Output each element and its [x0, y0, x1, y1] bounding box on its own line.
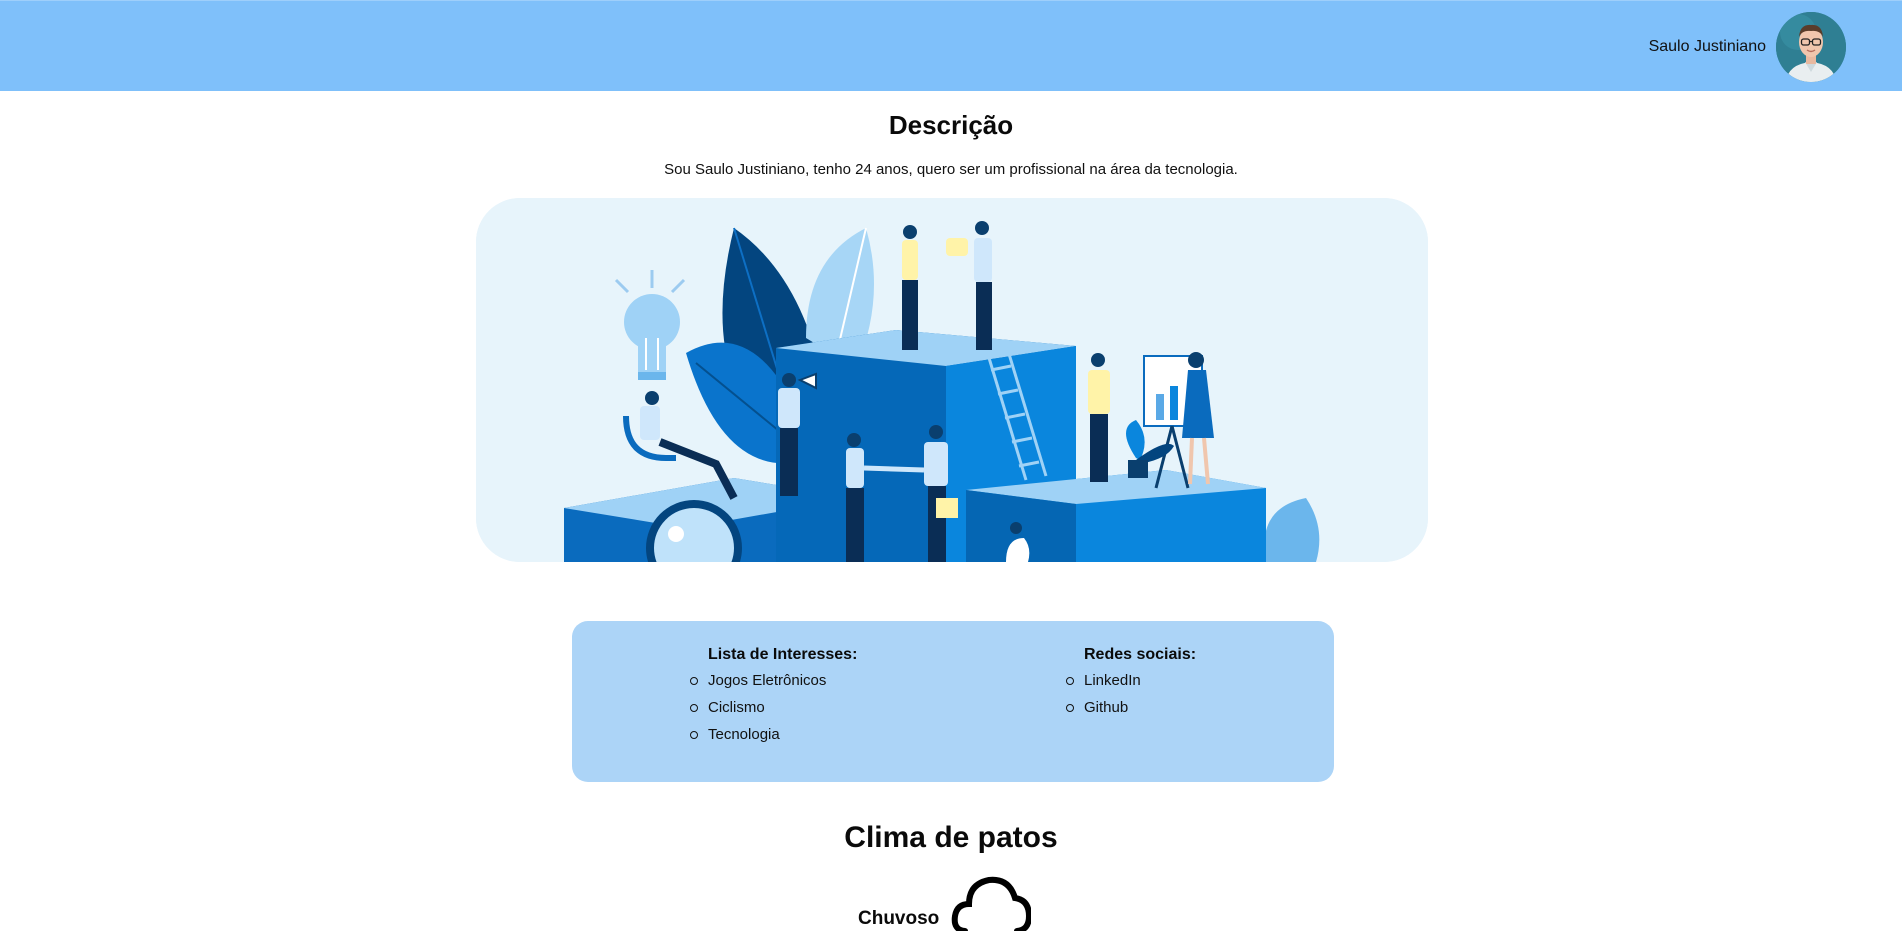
- interests-column: Lista de Interesses: Jogos Eletrônicos C…: [689, 646, 858, 753]
- description-title: Descrição: [888, 110, 1014, 140]
- info-box: Lista de Interesses: Jogos Eletrônicos C…: [572, 621, 1334, 782]
- header-user-name: Saulo Justiniano: [1648, 38, 1766, 55]
- list-item: Ciclismo: [689, 699, 857, 726]
- interests-list: Jogos Eletrônicos Ciclismo Tecnologia: [689, 672, 857, 753]
- weather-title: Clima de patos: [844, 821, 1058, 854]
- social-title: Redes sociais:: [1084, 646, 1197, 663]
- list-item: Tecnologia: [689, 726, 857, 753]
- cloud-icon: [952, 876, 1032, 931]
- header-user: Saulo Justiniano: [1649, 12, 1846, 82]
- social-link-github[interactable]: Github: [1065, 699, 1196, 726]
- hero-illustration: [476, 198, 1428, 562]
- weather-label: Chuvoso: [858, 908, 940, 929]
- top-header: Saulo Justiniano: [0, 0, 1902, 91]
- interests-title: Lista de Interesses:: [708, 646, 858, 663]
- description-text: Sou Saulo Justiniano, tenho 24 anos, que…: [664, 161, 1238, 178]
- social-list: LinkedIn Github: [1065, 672, 1196, 726]
- list-item: Jogos Eletrônicos: [689, 672, 857, 699]
- avatar: [1776, 12, 1846, 82]
- social-link-linkedin[interactable]: LinkedIn: [1065, 672, 1196, 699]
- weather-status: Chuvoso: [858, 872, 1032, 931]
- profile-photo-icon: [1776, 12, 1846, 82]
- team-illustration-icon: [476, 198, 1428, 562]
- social-column: Redes sociais: LinkedIn Github: [1065, 646, 1197, 726]
